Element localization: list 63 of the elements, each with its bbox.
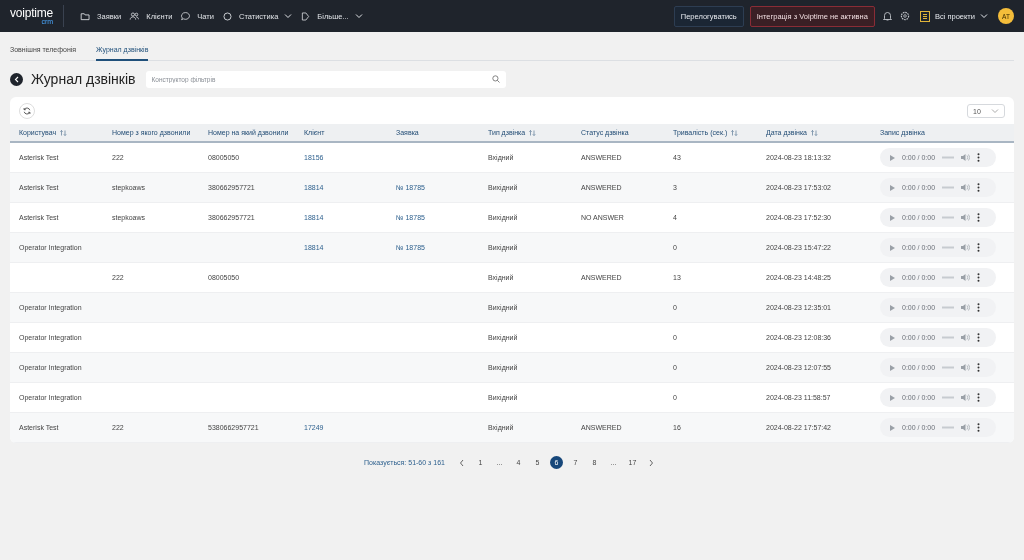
chevron-down-icon: [991, 108, 999, 114]
progress-track[interactable]: [942, 366, 955, 369]
progress-track[interactable]: [942, 216, 955, 219]
search-icon[interactable]: [491, 75, 500, 83]
more-options-icon[interactable]: [977, 393, 981, 402]
volume-icon[interactable]: [961, 244, 971, 251]
tag-icon: [300, 10, 312, 22]
more-options-icon[interactable]: [977, 333, 981, 342]
more-options-icon[interactable]: [977, 363, 981, 372]
play-icon[interactable]: [890, 424, 895, 431]
volume-icon[interactable]: [961, 394, 971, 401]
volume-icon[interactable]: [961, 184, 971, 191]
more-options-icon[interactable]: [977, 243, 981, 252]
chevron-down-icon: [980, 13, 988, 19]
volume-icon[interactable]: [961, 364, 971, 371]
progress-track[interactable]: [942, 156, 955, 159]
volume-icon[interactable]: [961, 154, 971, 161]
volume-icon[interactable]: [961, 274, 971, 281]
play-icon[interactable]: [890, 244, 895, 251]
refresh-icon: [23, 107, 31, 115]
project-icon: [919, 10, 930, 22]
progress-track[interactable]: [942, 186, 955, 189]
chevron-down-icon: [354, 13, 363, 19]
folder-icon: [80, 10, 92, 22]
sort-icon[interactable]: [731, 129, 739, 136]
sort-icon[interactable]: [529, 129, 537, 136]
progress-track[interactable]: [942, 426, 955, 429]
play-icon[interactable]: [890, 214, 895, 221]
progress-track[interactable]: [942, 306, 955, 309]
page-title: Журнал дзвінків: [31, 71, 136, 87]
circle-icon: [221, 10, 233, 22]
more-options-icon[interactable]: [977, 423, 981, 432]
chevron-down-icon: [284, 13, 293, 19]
play-icon[interactable]: [890, 364, 895, 371]
play-icon[interactable]: [890, 304, 895, 311]
play-icon[interactable]: [890, 184, 895, 191]
volume-icon[interactable]: [961, 334, 971, 341]
progress-track[interactable]: [942, 336, 955, 339]
more-options-icon[interactable]: [977, 153, 981, 162]
sort-icon[interactable]: [811, 129, 818, 136]
more-options-icon[interactable]: [977, 213, 981, 222]
people-icon: [129, 10, 141, 22]
play-icon[interactable]: [890, 274, 895, 281]
progress-track[interactable]: [942, 246, 955, 249]
bell-icon[interactable]: [882, 11, 892, 21]
volume-icon[interactable]: [961, 424, 971, 431]
logo-text: voiptime: [10, 7, 54, 19]
previous-page-icon[interactable]: [458, 458, 465, 467]
more-options-icon[interactable]: [977, 303, 981, 312]
play-icon[interactable]: [890, 394, 895, 401]
play-icon[interactable]: [890, 334, 895, 341]
progress-track[interactable]: [942, 396, 955, 399]
progress-track[interactable]: [942, 276, 955, 279]
chat-bubble-icon: [180, 10, 192, 22]
volume-icon[interactable]: [961, 304, 971, 311]
more-options-icon[interactable]: [977, 273, 981, 282]
volume-icon[interactable]: [961, 214, 971, 221]
more-options-icon[interactable]: [977, 183, 981, 192]
next-page-icon[interactable]: [647, 458, 654, 467]
back-button[interactable]: [10, 72, 23, 86]
play-icon[interactable]: [890, 154, 895, 161]
settings-icon[interactable]: [899, 11, 910, 21]
sort-icon[interactable]: [60, 129, 68, 136]
